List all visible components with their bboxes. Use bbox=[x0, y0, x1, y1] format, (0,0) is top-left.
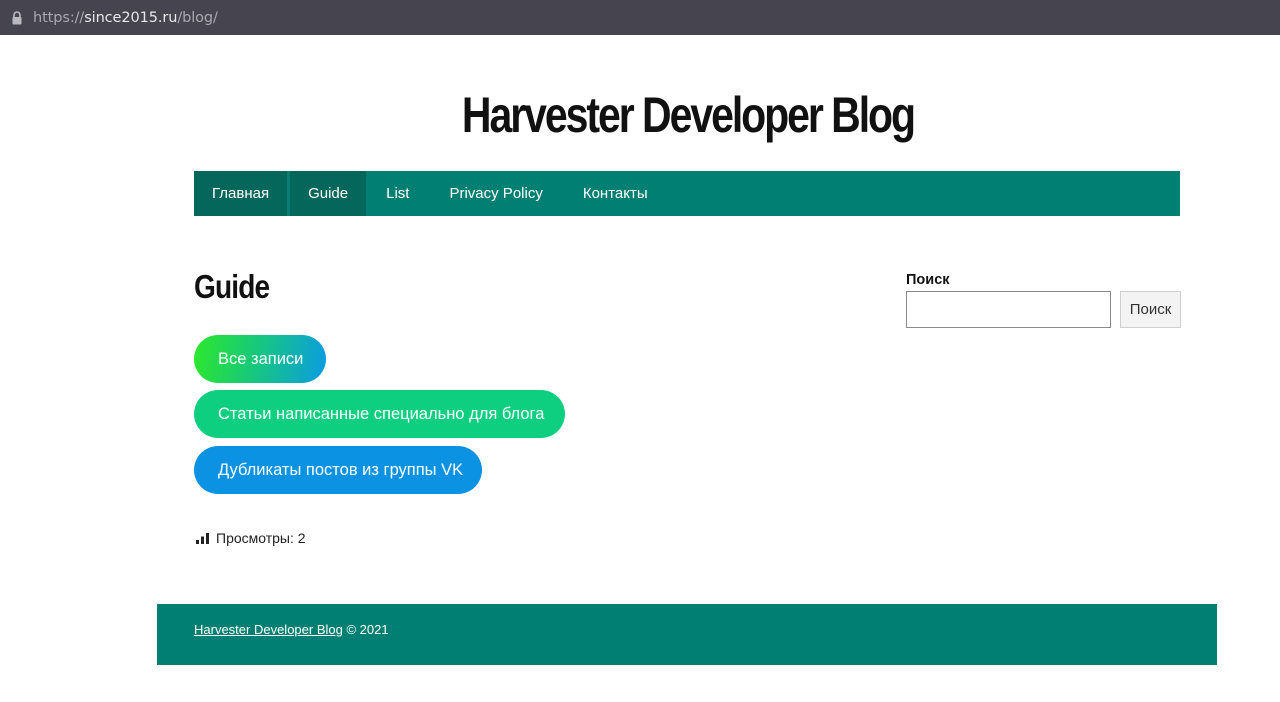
url-scheme: https:// bbox=[33, 9, 85, 26]
nav-item-privacy-policy[interactable]: Privacy Policy bbox=[429, 171, 562, 216]
category-all-posts-button[interactable]: Все записи bbox=[194, 335, 326, 383]
nav-item-home[interactable]: Главная bbox=[194, 171, 288, 216]
nav-item-contacts[interactable]: Контакты bbox=[563, 171, 668, 216]
main-navigation: Главная Guide List Privacy Policy Контак… bbox=[194, 171, 1180, 216]
url-host: since2015.ru bbox=[84, 9, 178, 26]
site-title[interactable]: Harvester Developer Blog bbox=[124, 86, 1252, 144]
category-blog-articles-button[interactable]: Статьи написанные специально для блога bbox=[194, 390, 565, 438]
lock-icon bbox=[11, 10, 23, 25]
search-button[interactable]: Поиск bbox=[1120, 291, 1181, 328]
search-input[interactable] bbox=[906, 291, 1111, 328]
site-footer: Harvester Developer Blog © 2021 bbox=[157, 604, 1217, 665]
category-vk-duplicates-button[interactable]: Дубликаты постов из группы VK bbox=[194, 446, 482, 494]
browser-address-bar[interactable]: https://since2015.ru/blog/ bbox=[0, 0, 1280, 35]
footer-copyright: © 2021 bbox=[346, 622, 389, 637]
address-url[interactable]: https://since2015.ru/blog/ bbox=[33, 10, 218, 26]
footer-site-link[interactable]: Harvester Developer Blog bbox=[194, 622, 343, 637]
bar-chart-icon bbox=[196, 532, 209, 544]
footer-text: Harvester Developer Blog © 2021 bbox=[194, 622, 389, 637]
nav-item-list[interactable]: List bbox=[366, 171, 429, 216]
search-label: Поиск bbox=[906, 272, 950, 288]
views-counter: Просмотры: 2 bbox=[196, 530, 306, 546]
nav-item-guide[interactable]: Guide bbox=[290, 171, 367, 216]
page-title: Guide bbox=[194, 268, 270, 305]
url-path: /blog/ bbox=[177, 9, 218, 26]
views-label: Просмотры: 2 bbox=[216, 530, 306, 546]
